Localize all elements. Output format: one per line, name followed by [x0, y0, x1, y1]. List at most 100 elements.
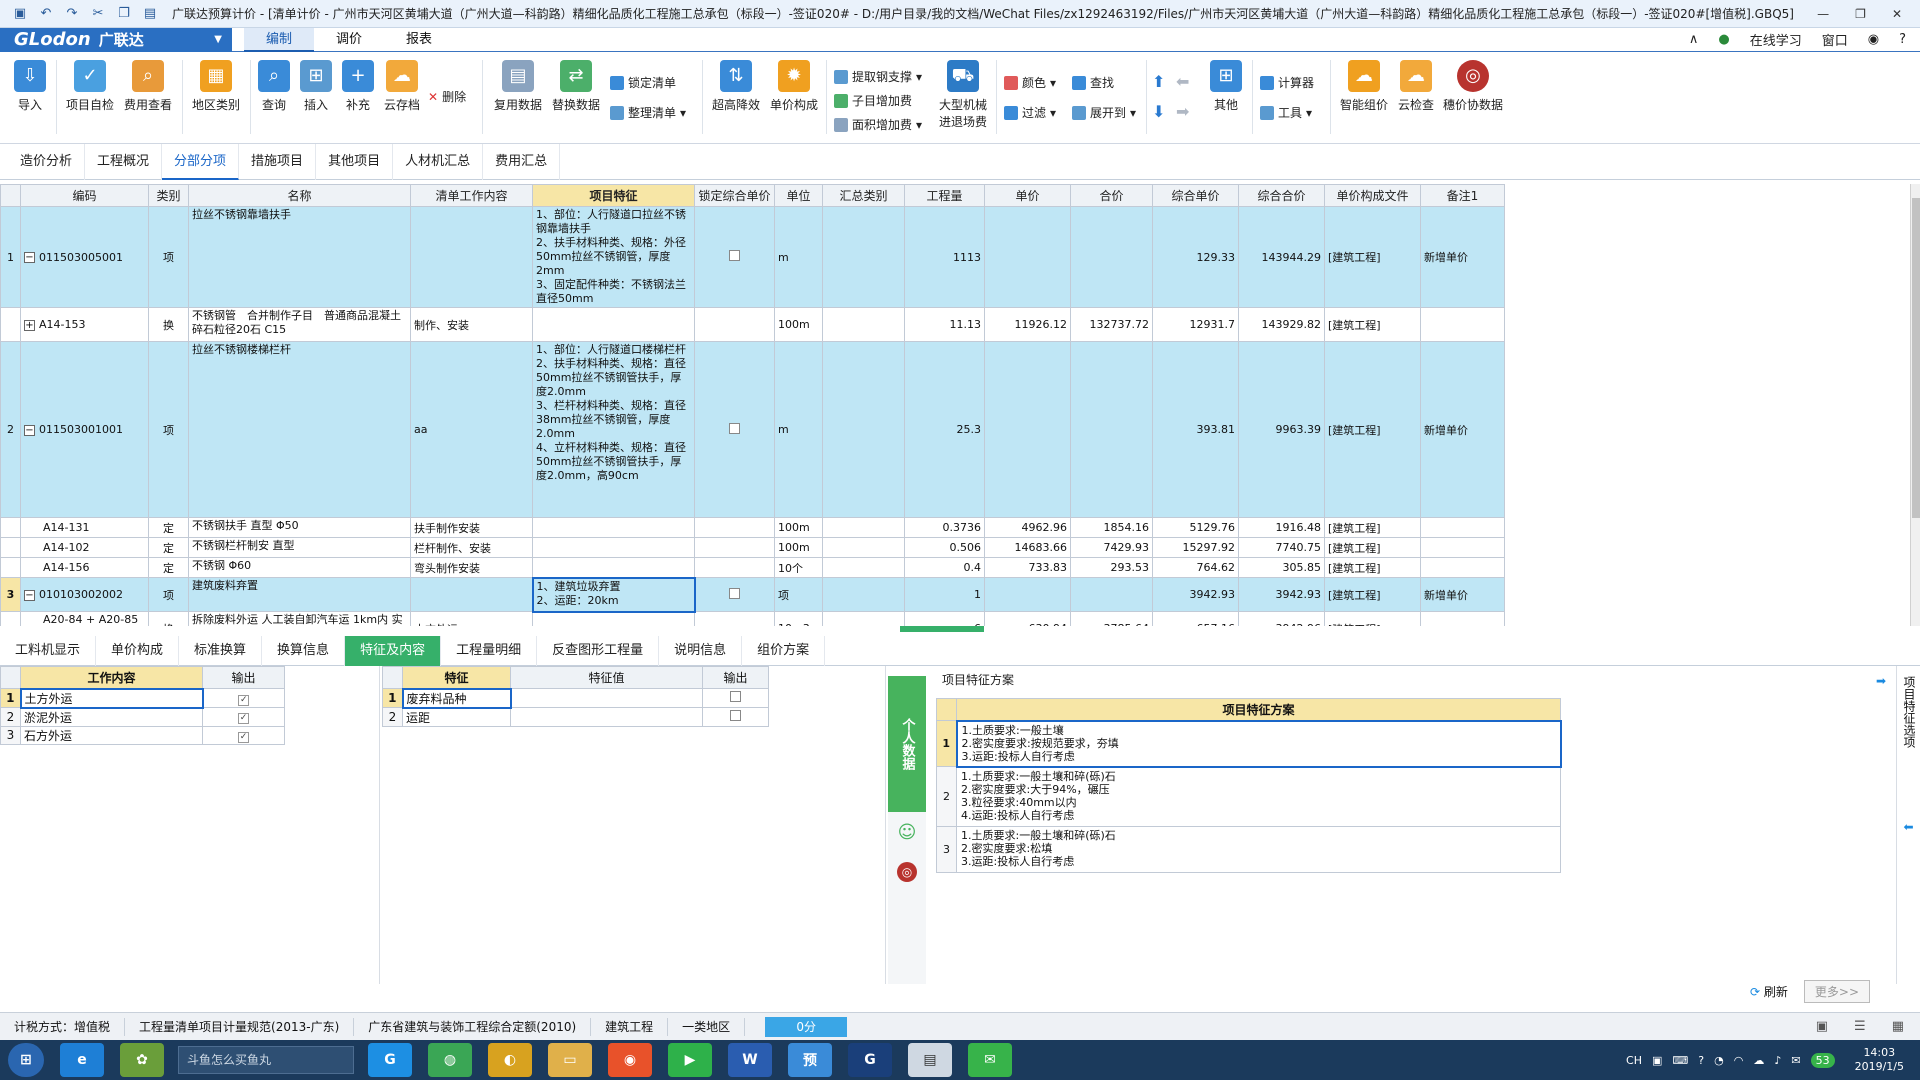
- player-icon[interactable]: ▶: [668, 1043, 712, 1077]
- move-down-icon[interactable]: ⬇: [1152, 102, 1165, 121]
- tab-reverse-lookup[interactable]: 反查图形工程量: [537, 636, 660, 666]
- cell-price[interactable]: [984, 341, 1071, 518]
- cell-type[interactable]: 定: [148, 557, 189, 578]
- cell-cprice[interactable]: 12931.7: [1152, 307, 1239, 342]
- region-category-button[interactable]: ▦ 地区类别: [188, 60, 244, 113]
- word-icon[interactable]: W: [728, 1043, 772, 1077]
- output-cell[interactable]: [702, 688, 769, 708]
- table-row[interactable]: A14-156 定不锈钢 Φ60 弯头制作安装 10个 0.4 733.83 293.53 7…: [0, 557, 1505, 578]
- save-icon[interactable]: ▣: [12, 6, 28, 21]
- cell-sum[interactable]: [822, 611, 905, 626]
- table-row[interactable]: A14-102 定不锈钢栏杆制安 直型 栏杆制作、安装 100m 0.506 14683.…: [0, 537, 1505, 558]
- cell-qty[interactable]: 1: [904, 577, 985, 612]
- cell-file[interactable]: [建筑工程]: [1324, 517, 1421, 538]
- tray-badge[interactable]: 53: [1810, 1052, 1835, 1068]
- cell-code[interactable]: + A14-153: [20, 307, 149, 342]
- cell-price[interactable]: [984, 206, 1071, 308]
- online-learning-link[interactable]: 在线学习: [1750, 30, 1802, 49]
- cell-work[interactable]: aa: [410, 341, 533, 518]
- cell-feature[interactable]: [532, 537, 695, 558]
- tab-sub-items[interactable]: 分部分项: [162, 143, 240, 180]
- network-icon[interactable]: ◔: [1714, 1054, 1724, 1067]
- glodon-app-icon[interactable]: G: [848, 1043, 892, 1077]
- output-checkbox[interactable]: ✓: [238, 731, 249, 743]
- cell-type[interactable]: 定: [148, 517, 189, 538]
- tab-features-content[interactable]: 特征及内容: [345, 636, 442, 666]
- work-header-content[interactable]: 工作内容: [20, 666, 203, 689]
- cell-feature[interactable]: 1、部位：人行隧道口楼梯栏杆 2、扶手材料种类、规格：直径50mm拉丝不锈钢管扶…: [532, 341, 695, 518]
- cell-cprice[interactable]: 393.81: [1152, 341, 1239, 518]
- cell-feature[interactable]: 1、建筑垃圾弃置 2、运距：20km: [531, 576, 696, 613]
- clock[interactable]: 14:03 2019/1/5: [1855, 1046, 1904, 1074]
- cell-unit[interactable]: 100m: [774, 517, 823, 538]
- cell-file[interactable]: [建筑工程]: [1324, 307, 1421, 342]
- grid-header[interactable]: 单位: [774, 184, 823, 207]
- lock-price-checkbox[interactable]: [729, 422, 740, 434]
- app-flower-icon[interactable]: ✿: [120, 1043, 164, 1077]
- feature-header-name[interactable]: 特征: [402, 666, 511, 689]
- reuse-data-button[interactable]: ▤ 复用数据: [490, 60, 546, 113]
- expand-icon[interactable]: +: [24, 319, 35, 331]
- cell-name[interactable]: 拉丝不锈钢楼梯栏杆: [188, 341, 411, 518]
- cell-qty[interactable]: 0.3736: [904, 517, 985, 538]
- glodon-icon[interactable]: G: [368, 1043, 412, 1077]
- tab-conversion-info[interactable]: 换算信息: [262, 636, 346, 666]
- folder-icon[interactable]: ▭: [548, 1043, 592, 1077]
- grid-header[interactable]: 工程量: [904, 184, 985, 207]
- feature-value[interactable]: [510, 688, 703, 708]
- up-arrow-icon[interactable]: ∧: [1689, 32, 1699, 47]
- cell-code[interactable]: −011503005001: [20, 206, 149, 308]
- cell-lock[interactable]: [694, 557, 775, 578]
- scrollbar-thumb[interactable]: [1912, 198, 1920, 518]
- cell-price[interactable]: 630.94: [984, 611, 1071, 626]
- tab-quantity-details[interactable]: 工程量明细: [441, 636, 538, 666]
- grid-header[interactable]: 汇总类别: [822, 184, 905, 207]
- window-menu[interactable]: 窗口: [1822, 30, 1848, 49]
- output-cell[interactable]: ✓: [202, 707, 285, 727]
- cell-price[interactable]: 11926.12: [984, 307, 1071, 342]
- table-row[interactable]: 2−011503001001 项拉丝不锈钢楼梯栏杆 aa 1、部位：人行隧道口楼梯栏杆…: [0, 341, 1505, 518]
- tab-cost-analysis[interactable]: 造价分析: [8, 143, 86, 180]
- cell-file[interactable]: [建筑工程]: [1324, 206, 1421, 308]
- table-row[interactable]: + A14-153 换不锈钢管 合并制作子目 普通商品混凝土 碎石粒径20石 C15…: [0, 307, 1505, 342]
- taskbar-search[interactable]: 斗鱼怎么买鱼丸: [178, 1046, 354, 1074]
- table-row[interactable]: A20-84 + A20-85 * 17 换拆除废料外运 人工装自卸汽车运 1km…: [0, 611, 1505, 626]
- list-view-icon[interactable]: ☰: [1854, 1019, 1866, 1034]
- grid-header[interactable]: 备注1: [1420, 184, 1505, 207]
- cell-lock[interactable]: [694, 611, 775, 626]
- close-icon[interactable]: ✕: [1892, 7, 1902, 21]
- cell-sum[interactable]: [822, 557, 905, 578]
- scheme-text[interactable]: 1.土质要求:一般土壤 2.密实度要求:按规范要求，夯填 3.运距:投标人自行考…: [955, 719, 1562, 768]
- restore-icon[interactable]: ❐: [1855, 7, 1866, 21]
- cell-cprice[interactable]: 764.62: [1152, 557, 1239, 578]
- cell-ctotal[interactable]: 3942.93: [1238, 577, 1325, 612]
- cell-total[interactable]: 3785.64: [1070, 611, 1153, 626]
- redo-icon[interactable]: ↷: [64, 6, 80, 21]
- input-method-icon[interactable]: CH: [1626, 1054, 1642, 1067]
- cell-cprice[interactable]: 15297.92: [1152, 537, 1239, 558]
- tab-description[interactable]: 说明信息: [659, 636, 743, 666]
- cell-work[interactable]: 土方外运: [410, 611, 533, 626]
- browser-icon[interactable]: ◍: [428, 1043, 472, 1077]
- seal-icon[interactable]: ◎: [897, 862, 917, 882]
- cell-unit[interactable]: m: [774, 341, 823, 518]
- scheme-row[interactable]: 3 1.土质要求:一般土壤和碎(砾)石 2.密实度要求:松填 3.运距:投标人自行…: [936, 826, 1561, 873]
- output-checkbox[interactable]: [730, 691, 741, 702]
- menu-tab-edit[interactable]: 编制: [244, 27, 315, 52]
- expand-icon[interactable]: −: [24, 424, 35, 436]
- cell-qty[interactable]: 25.3: [904, 341, 985, 518]
- cell-work[interactable]: [410, 206, 533, 308]
- large-machinery-button[interactable]: ⛟ 大型机械 进退场费: [934, 60, 992, 130]
- help-icon[interactable]: ?: [1899, 32, 1906, 47]
- cell-price[interactable]: 4962.96: [984, 517, 1071, 538]
- project-self-check-button[interactable]: ✓ 项目自检: [62, 60, 118, 113]
- cell-name[interactable]: 建筑废料弃置: [188, 577, 411, 612]
- feature-name[interactable]: 运距: [402, 707, 511, 727]
- scheme-row[interactable]: 1 1.土质要求:一般土壤 2.密实度要求:按规范要求，夯填 3.运距:投标人自行…: [936, 719, 1562, 768]
- grid-header[interactable]: 清单工作内容: [410, 184, 533, 207]
- cell-note[interactable]: [1420, 307, 1505, 342]
- output-cell[interactable]: [702, 707, 769, 727]
- cell-type[interactable]: 换: [148, 307, 189, 342]
- cell-sum[interactable]: [822, 341, 905, 518]
- tab-measures[interactable]: 措施项目: [239, 143, 317, 180]
